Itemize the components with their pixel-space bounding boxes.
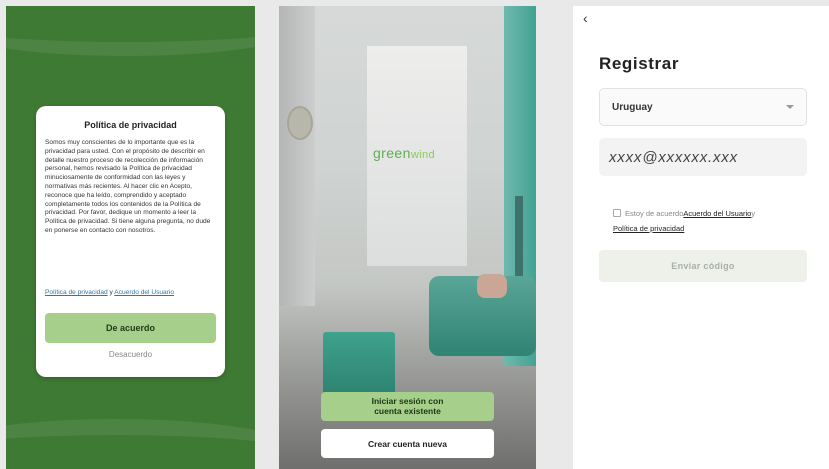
background-swoosh-bottom (6, 419, 255, 469)
background-wall (279, 6, 315, 306)
logo-text-green: green (373, 145, 411, 161)
screenshot-stage: Política de privacidad Somos muy conscie… (0, 0, 829, 469)
privacy-dialog: Política de privacidad Somos muy conscie… (36, 106, 225, 377)
disagree-button[interactable]: Desacuerdo (45, 350, 216, 364)
terms-user-agreement-link[interactable]: Acuerdo del Usuario (683, 209, 751, 218)
dialog-title: Política de privacidad (84, 120, 177, 130)
terms-privacy-link[interactable]: Política de privacidad (613, 224, 684, 233)
back-chevron-icon[interactable]: ‹ (583, 10, 588, 26)
checkbox-icon[interactable] (613, 209, 621, 217)
user-agreement-link[interactable]: Acuerdo del Usuario (114, 289, 174, 296)
greenwind-logo: greenwind (373, 145, 435, 161)
create-account-button[interactable]: Crear cuenta nueva (321, 429, 494, 458)
agree-button[interactable]: De acuerdo (45, 313, 216, 343)
background-pillow (477, 274, 507, 298)
background-swoosh-top (6, 6, 255, 56)
login-existing-account-button[interactable]: Iniciar sesión con cuenta existente (321, 392, 494, 421)
terms-join-text: y (751, 209, 756, 218)
email-input[interactable]: xxxx@xxxxxx.xxx (599, 138, 807, 176)
login-label-line2: cuenta existente (374, 406, 441, 416)
terms-agreement: Estoy de acuerdoAcuerdo del Usuarioy (613, 209, 755, 218)
country-select[interactable]: Uruguay (599, 88, 807, 126)
logo-text-wind: wind (410, 149, 436, 161)
background-mirror (287, 106, 313, 140)
page-title: Registrar (599, 54, 680, 73)
welcome-screen: greenwind Iniciar sesión con cuenta exis… (279, 6, 536, 469)
dropdown-caret-icon (786, 105, 794, 109)
terms-prefix: Estoy de acuerdo (625, 209, 684, 218)
country-value: Uruguay (612, 101, 653, 113)
privacy-screen: Política de privacidad Somos muy conscie… (6, 6, 255, 469)
dialog-body-text: Somos muy conscientes de lo importante q… (45, 139, 211, 234)
send-code-button[interactable]: Enviar código (599, 250, 807, 282)
register-screen: ‹ Registrar Uruguay xxxx@xxxxxx.xxx Esto… (573, 6, 829, 469)
privacy-policy-link[interactable]: Política de privacidad (45, 289, 108, 296)
login-label-line1: Iniciar sesión con (371, 396, 444, 406)
dialog-links: Política de privacidad y Acuerdo del Usu… (45, 289, 216, 296)
